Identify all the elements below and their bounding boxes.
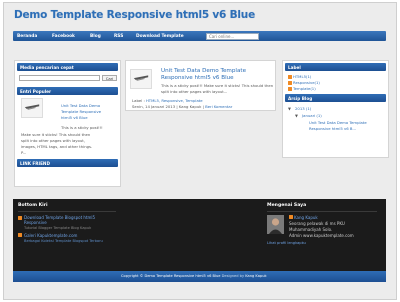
link-friend-title: LINK FRIEND bbox=[17, 159, 118, 167]
sidebar-search-button[interactable]: Cari bbox=[102, 75, 117, 81]
footer-item-1-title[interactable]: Download Template Blogspot html5 Respons… bbox=[24, 215, 112, 225]
label-item-responsive[interactable]: Responsive(1) bbox=[293, 80, 320, 85]
footer-item-2-title[interactable]: Galeri Kapuktemplate.com bbox=[24, 233, 77, 238]
nav-item-blog[interactable]: Blog bbox=[90, 34, 101, 39]
about-line-2: Muhammadiyah Solo. bbox=[289, 227, 333, 232]
copyright-designed-by: Designed by bbox=[221, 274, 245, 278]
thumbnail-image-icon bbox=[22, 99, 42, 117]
footer-left-divider bbox=[18, 211, 116, 212]
post-labels-links[interactable]: HTML5, Responsive, Template bbox=[146, 98, 203, 103]
post-meta: Senin, 14 Januari 2013 | Kang Kapuk | Be… bbox=[132, 104, 233, 109]
post-thumbnail[interactable] bbox=[130, 69, 152, 89]
profile-icon bbox=[289, 215, 293, 219]
label-item-html5[interactable]: HTML5(1) bbox=[293, 74, 311, 79]
top-navigation: Beranda Facebook Blog RSS Download Templ… bbox=[13, 31, 386, 41]
post-date: Senin, 14 Januari 2013 bbox=[132, 104, 176, 109]
footer-item-1-sub: Tutorial Blogger Template Blog Kapuk bbox=[24, 226, 92, 230]
right-sidebar: Label HTML5(1) Responsive(1) Template(1)… bbox=[282, 60, 389, 158]
post-labels-prefix: Label : bbox=[132, 98, 145, 103]
popular-post-title-line-1[interactable]: Unit Test Data Demo bbox=[61, 103, 100, 108]
popular-post-excerpt-line-3: split into other pages with layout, bbox=[21, 138, 85, 143]
site-title[interactable]: Demo Template Responsive html5 v6 Blue bbox=[14, 9, 255, 21]
archive-year-toggle-icon[interactable]: ▼ bbox=[288, 106, 291, 111]
page-frame: Demo Template Responsive html5 v6 Blue B… bbox=[3, 2, 397, 300]
view-full-profile-link[interactable]: Lihat profil lengkapku bbox=[267, 241, 306, 245]
popular-post-excerpt-line-4: images, HTML tags, and other things. bbox=[21, 144, 93, 149]
footer-item-2-sub: Berbagai Koleksi Template Blogspot Terba… bbox=[24, 239, 103, 243]
archive-post-line-1[interactable]: Unit Test Data Demo Template bbox=[309, 120, 367, 125]
rss-icon bbox=[18, 216, 22, 220]
archive-year-2013[interactable]: 2013 (1) bbox=[295, 106, 311, 111]
popular-post-excerpt-line-5: P... bbox=[21, 150, 27, 155]
archive-widget-title: Arsip Blog bbox=[285, 94, 386, 102]
archive-month-januari[interactable]: Januari (1) bbox=[302, 113, 322, 118]
sidebar-search-input[interactable] bbox=[19, 75, 100, 81]
avatar[interactable] bbox=[267, 215, 284, 234]
about-line-3: Admin www.kapuktemplate.com bbox=[289, 233, 354, 238]
post-title-line-2[interactable]: Responsive html5 v6 Blue bbox=[161, 75, 234, 81]
post-labels: Label : HTML5, Responsive, Template bbox=[132, 98, 203, 103]
nav-search-input[interactable]: Cari online... bbox=[206, 32, 259, 40]
post-body-line-2: split into other pages with layout... bbox=[161, 89, 228, 94]
popular-posts-title: Entri Populer bbox=[17, 87, 118, 95]
label-bullet-icon bbox=[288, 81, 292, 85]
avatar-photo-icon bbox=[267, 215, 284, 234]
search-widget-title: Media pencarian cepat bbox=[17, 63, 118, 71]
popular-post-title-line-2[interactable]: Template Responsive bbox=[61, 109, 101, 114]
about-line-1: Seorang pelawak di ms PKU bbox=[289, 221, 345, 226]
archive-post-line-2[interactable]: Responsive html5 v6 B... bbox=[309, 126, 356, 131]
label-widget-title: Label bbox=[285, 63, 386, 71]
rss-icon bbox=[18, 233, 22, 237]
nav-item-download-template[interactable]: Download Template bbox=[136, 34, 184, 39]
popular-post-thumbnail[interactable] bbox=[21, 98, 43, 118]
label-bullet-icon bbox=[288, 87, 292, 91]
post-title-line-1[interactable]: Unit Test Data Demo Template bbox=[161, 68, 246, 74]
main-post: Unit Test Data Demo Template Responsive … bbox=[125, 60, 276, 111]
post-comment-link[interactable]: Beri Komentar bbox=[205, 104, 232, 109]
post-author[interactable]: Kang Kapuk bbox=[179, 104, 202, 109]
footer-right-divider bbox=[267, 211, 377, 212]
label-item-template[interactable]: Template(1) bbox=[293, 86, 316, 91]
label-bullet-icon bbox=[288, 75, 292, 79]
copyright-designer-link[interactable]: Kang Kapuk bbox=[245, 274, 266, 278]
about-name[interactable]: Kang Kapuk bbox=[294, 215, 318, 220]
post-image-icon bbox=[131, 70, 151, 88]
copyright-text: Copyright © Demo Template Responsive htm… bbox=[121, 274, 267, 278]
nav-item-facebook[interactable]: Facebook bbox=[52, 34, 75, 39]
nav-item-rss[interactable]: RSS bbox=[114, 34, 123, 39]
popular-post-excerpt-line-1: This is a sticky post!!! bbox=[61, 125, 103, 130]
left-sidebar: Media pencarian cepat Cari Entri Populer… bbox=[14, 60, 121, 187]
popular-post-excerpt-line-2: Make sure it sticks! This should then bbox=[21, 132, 91, 137]
post-body-line-1: This is a sticky post!!! Make sure it st… bbox=[161, 83, 274, 88]
archive-month-toggle-icon[interactable]: ▼ bbox=[295, 113, 298, 118]
nav-item-beranda[interactable]: Beranda bbox=[17, 34, 37, 39]
footer-left-title: Bottom Kiri bbox=[18, 203, 48, 208]
popular-post-title-line-3[interactable]: html5 v6 Blue bbox=[61, 115, 88, 120]
footer-right-title: Mengenai Saya bbox=[267, 203, 307, 208]
footer: Bottom Kiri Download Template Blogspot h… bbox=[13, 199, 386, 271]
copyright-site-link[interactable]: Demo Template Responsive html5 v6 Blue bbox=[144, 274, 220, 278]
copyright-prefix: Copyright © bbox=[121, 274, 144, 278]
copyright-bar: Copyright © Demo Template Responsive htm… bbox=[13, 271, 386, 282]
